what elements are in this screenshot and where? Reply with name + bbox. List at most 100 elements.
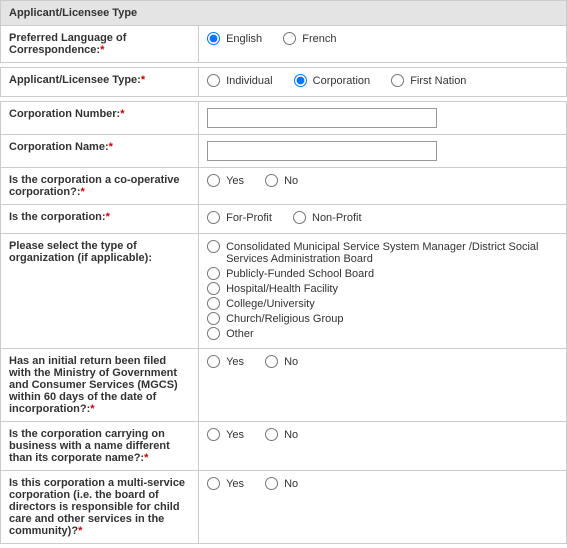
profit-for-option[interactable]: For-Profit bbox=[207, 211, 272, 224]
orgtype-text-3: College/University bbox=[226, 297, 315, 310]
orgtype-option-5[interactable]: Other bbox=[207, 327, 558, 340]
orgtype-radio-2[interactable] bbox=[207, 282, 220, 295]
required-asterisk: * bbox=[106, 211, 110, 223]
multiservice-label: Is this corporation a multi-service corp… bbox=[9, 477, 185, 537]
apptype-firstnation-option[interactable]: First Nation bbox=[391, 74, 466, 87]
lang-label-cell: Preferred Language of Correspondence:* bbox=[1, 26, 199, 63]
profit-non-radio[interactable] bbox=[293, 211, 306, 224]
multiservice-field-cell: Yes No bbox=[199, 471, 567, 544]
diffname-field-cell: Yes No bbox=[199, 422, 567, 471]
apptype-field-cell: Individual Corporation First Nation bbox=[199, 68, 567, 97]
corpname-label: Corporation Name: bbox=[9, 141, 109, 153]
orgtype-option-0[interactable]: Consolidated Municipal Service System Ma… bbox=[207, 240, 558, 265]
initialreturn-yes-option[interactable]: Yes bbox=[207, 355, 244, 368]
multiservice-no-text: No bbox=[284, 478, 298, 490]
required-asterisk: * bbox=[141, 74, 145, 86]
orgtype-text-5: Other bbox=[226, 327, 254, 340]
coop-yes-option[interactable]: Yes bbox=[207, 174, 244, 187]
initialreturn-yes-radio[interactable] bbox=[207, 355, 220, 368]
apptype-label-cell: Applicant/Licensee Type:* bbox=[1, 68, 199, 97]
profit-label: Is the corporation: bbox=[9, 211, 106, 223]
coop-yes-radio[interactable] bbox=[207, 174, 220, 187]
profit-non-option[interactable]: Non-Profit bbox=[293, 211, 362, 224]
orgtype-option-4[interactable]: Church/Religious Group bbox=[207, 312, 558, 325]
orgtype-label: Please select the type of organization (… bbox=[9, 240, 152, 264]
orgtype-option-2[interactable]: Hospital/Health Facility bbox=[207, 282, 558, 295]
required-asterisk: * bbox=[81, 186, 85, 198]
orgtype-text-1: Publicly-Funded School Board bbox=[226, 267, 374, 280]
apptype-firstnation-text: First Nation bbox=[410, 75, 466, 87]
coop-label-cell: Is the corporation a co-operative corpor… bbox=[1, 168, 199, 205]
initialreturn-no-option[interactable]: No bbox=[265, 355, 298, 368]
diffname-yes-radio[interactable] bbox=[207, 428, 220, 441]
multiservice-yes-option[interactable]: Yes bbox=[207, 477, 244, 490]
required-asterisk: * bbox=[90, 403, 94, 415]
orgtype-radio-1[interactable] bbox=[207, 267, 220, 280]
apptype-corporation-text: Corporation bbox=[313, 75, 370, 87]
form-table-2: Applicant/Licensee Type:* Individual Cor… bbox=[0, 67, 567, 97]
corpnumber-label: Corporation Number: bbox=[9, 108, 120, 120]
corpname-label-cell: Corporation Name:* bbox=[1, 135, 199, 168]
profit-label-cell: Is the corporation:* bbox=[1, 205, 199, 234]
lang-field-cell: English French bbox=[199, 26, 567, 63]
multiservice-label-cell: Is this corporation a multi-service corp… bbox=[1, 471, 199, 544]
section-title: Applicant/Licensee Type bbox=[9, 7, 137, 19]
corpnumber-field-cell bbox=[199, 102, 567, 135]
orgtype-option-3[interactable]: College/University bbox=[207, 297, 558, 310]
profit-for-text: For-Profit bbox=[226, 212, 272, 224]
diffname-yes-option[interactable]: Yes bbox=[207, 428, 244, 441]
profit-non-text: Non-Profit bbox=[312, 212, 362, 224]
apptype-individual-option[interactable]: Individual bbox=[207, 74, 272, 87]
multiservice-yes-radio[interactable] bbox=[207, 477, 220, 490]
orgtype-text-0: Consolidated Municipal Service System Ma… bbox=[226, 240, 558, 265]
coop-no-option[interactable]: No bbox=[265, 174, 298, 187]
diffname-yes-text: Yes bbox=[226, 429, 244, 441]
multiservice-no-radio[interactable] bbox=[265, 477, 278, 490]
form-table-3: Corporation Number:* Corporation Name:* … bbox=[0, 101, 567, 544]
orgtype-radio-4[interactable] bbox=[207, 312, 220, 325]
corpnumber-input[interactable] bbox=[207, 108, 437, 128]
apptype-corporation-option[interactable]: Corporation bbox=[294, 74, 370, 87]
corpname-input[interactable] bbox=[207, 141, 437, 161]
lang-english-text: English bbox=[226, 33, 262, 45]
orgtype-radio-3[interactable] bbox=[207, 297, 220, 310]
lang-label: Preferred Language of Correspondence: bbox=[9, 32, 126, 56]
lang-english-radio[interactable] bbox=[207, 32, 220, 45]
coop-no-radio[interactable] bbox=[265, 174, 278, 187]
required-asterisk: * bbox=[144, 452, 148, 464]
lang-french-text: French bbox=[302, 33, 336, 45]
required-asterisk: * bbox=[109, 141, 113, 153]
apptype-corporation-radio[interactable] bbox=[294, 74, 307, 87]
lang-french-radio[interactable] bbox=[283, 32, 296, 45]
diffname-no-radio[interactable] bbox=[265, 428, 278, 441]
coop-label: Is the corporation a co-operative corpor… bbox=[9, 174, 180, 198]
orgtype-radio-5[interactable] bbox=[207, 327, 220, 340]
orgtype-option-1[interactable]: Publicly-Funded School Board bbox=[207, 267, 558, 280]
required-asterisk: * bbox=[120, 108, 124, 120]
apptype-individual-radio[interactable] bbox=[207, 74, 220, 87]
initialreturn-label-cell: Has an initial return been filed with th… bbox=[1, 349, 199, 422]
lang-french-option[interactable]: French bbox=[283, 32, 336, 45]
multiservice-no-option[interactable]: No bbox=[265, 477, 298, 490]
apptype-label: Applicant/Licensee Type: bbox=[9, 74, 141, 86]
orgtype-field-cell: Consolidated Municipal Service System Ma… bbox=[199, 234, 567, 349]
coop-field-cell: Yes No bbox=[199, 168, 567, 205]
lang-english-option[interactable]: English bbox=[207, 32, 262, 45]
diffname-label-cell: Is the corporation carrying on business … bbox=[1, 422, 199, 471]
apptype-individual-text: Individual bbox=[226, 75, 272, 87]
profit-for-radio[interactable] bbox=[207, 211, 220, 224]
orgtype-radio-0[interactable] bbox=[207, 240, 220, 253]
corpname-field-cell bbox=[199, 135, 567, 168]
orgtype-text-4: Church/Religious Group bbox=[226, 312, 343, 325]
diffname-no-option[interactable]: No bbox=[265, 428, 298, 441]
section-header: Applicant/Licensee Type bbox=[0, 0, 567, 25]
apptype-firstnation-radio[interactable] bbox=[391, 74, 404, 87]
coop-yes-text: Yes bbox=[226, 175, 244, 187]
required-asterisk: * bbox=[100, 44, 104, 56]
initialreturn-field-cell: Yes No bbox=[199, 349, 567, 422]
initialreturn-no-radio[interactable] bbox=[265, 355, 278, 368]
multiservice-yes-text: Yes bbox=[226, 478, 244, 490]
orgtype-text-2: Hospital/Health Facility bbox=[226, 282, 338, 295]
corpnumber-label-cell: Corporation Number:* bbox=[1, 102, 199, 135]
form-table: Preferred Language of Correspondence:* E… bbox=[0, 25, 567, 63]
